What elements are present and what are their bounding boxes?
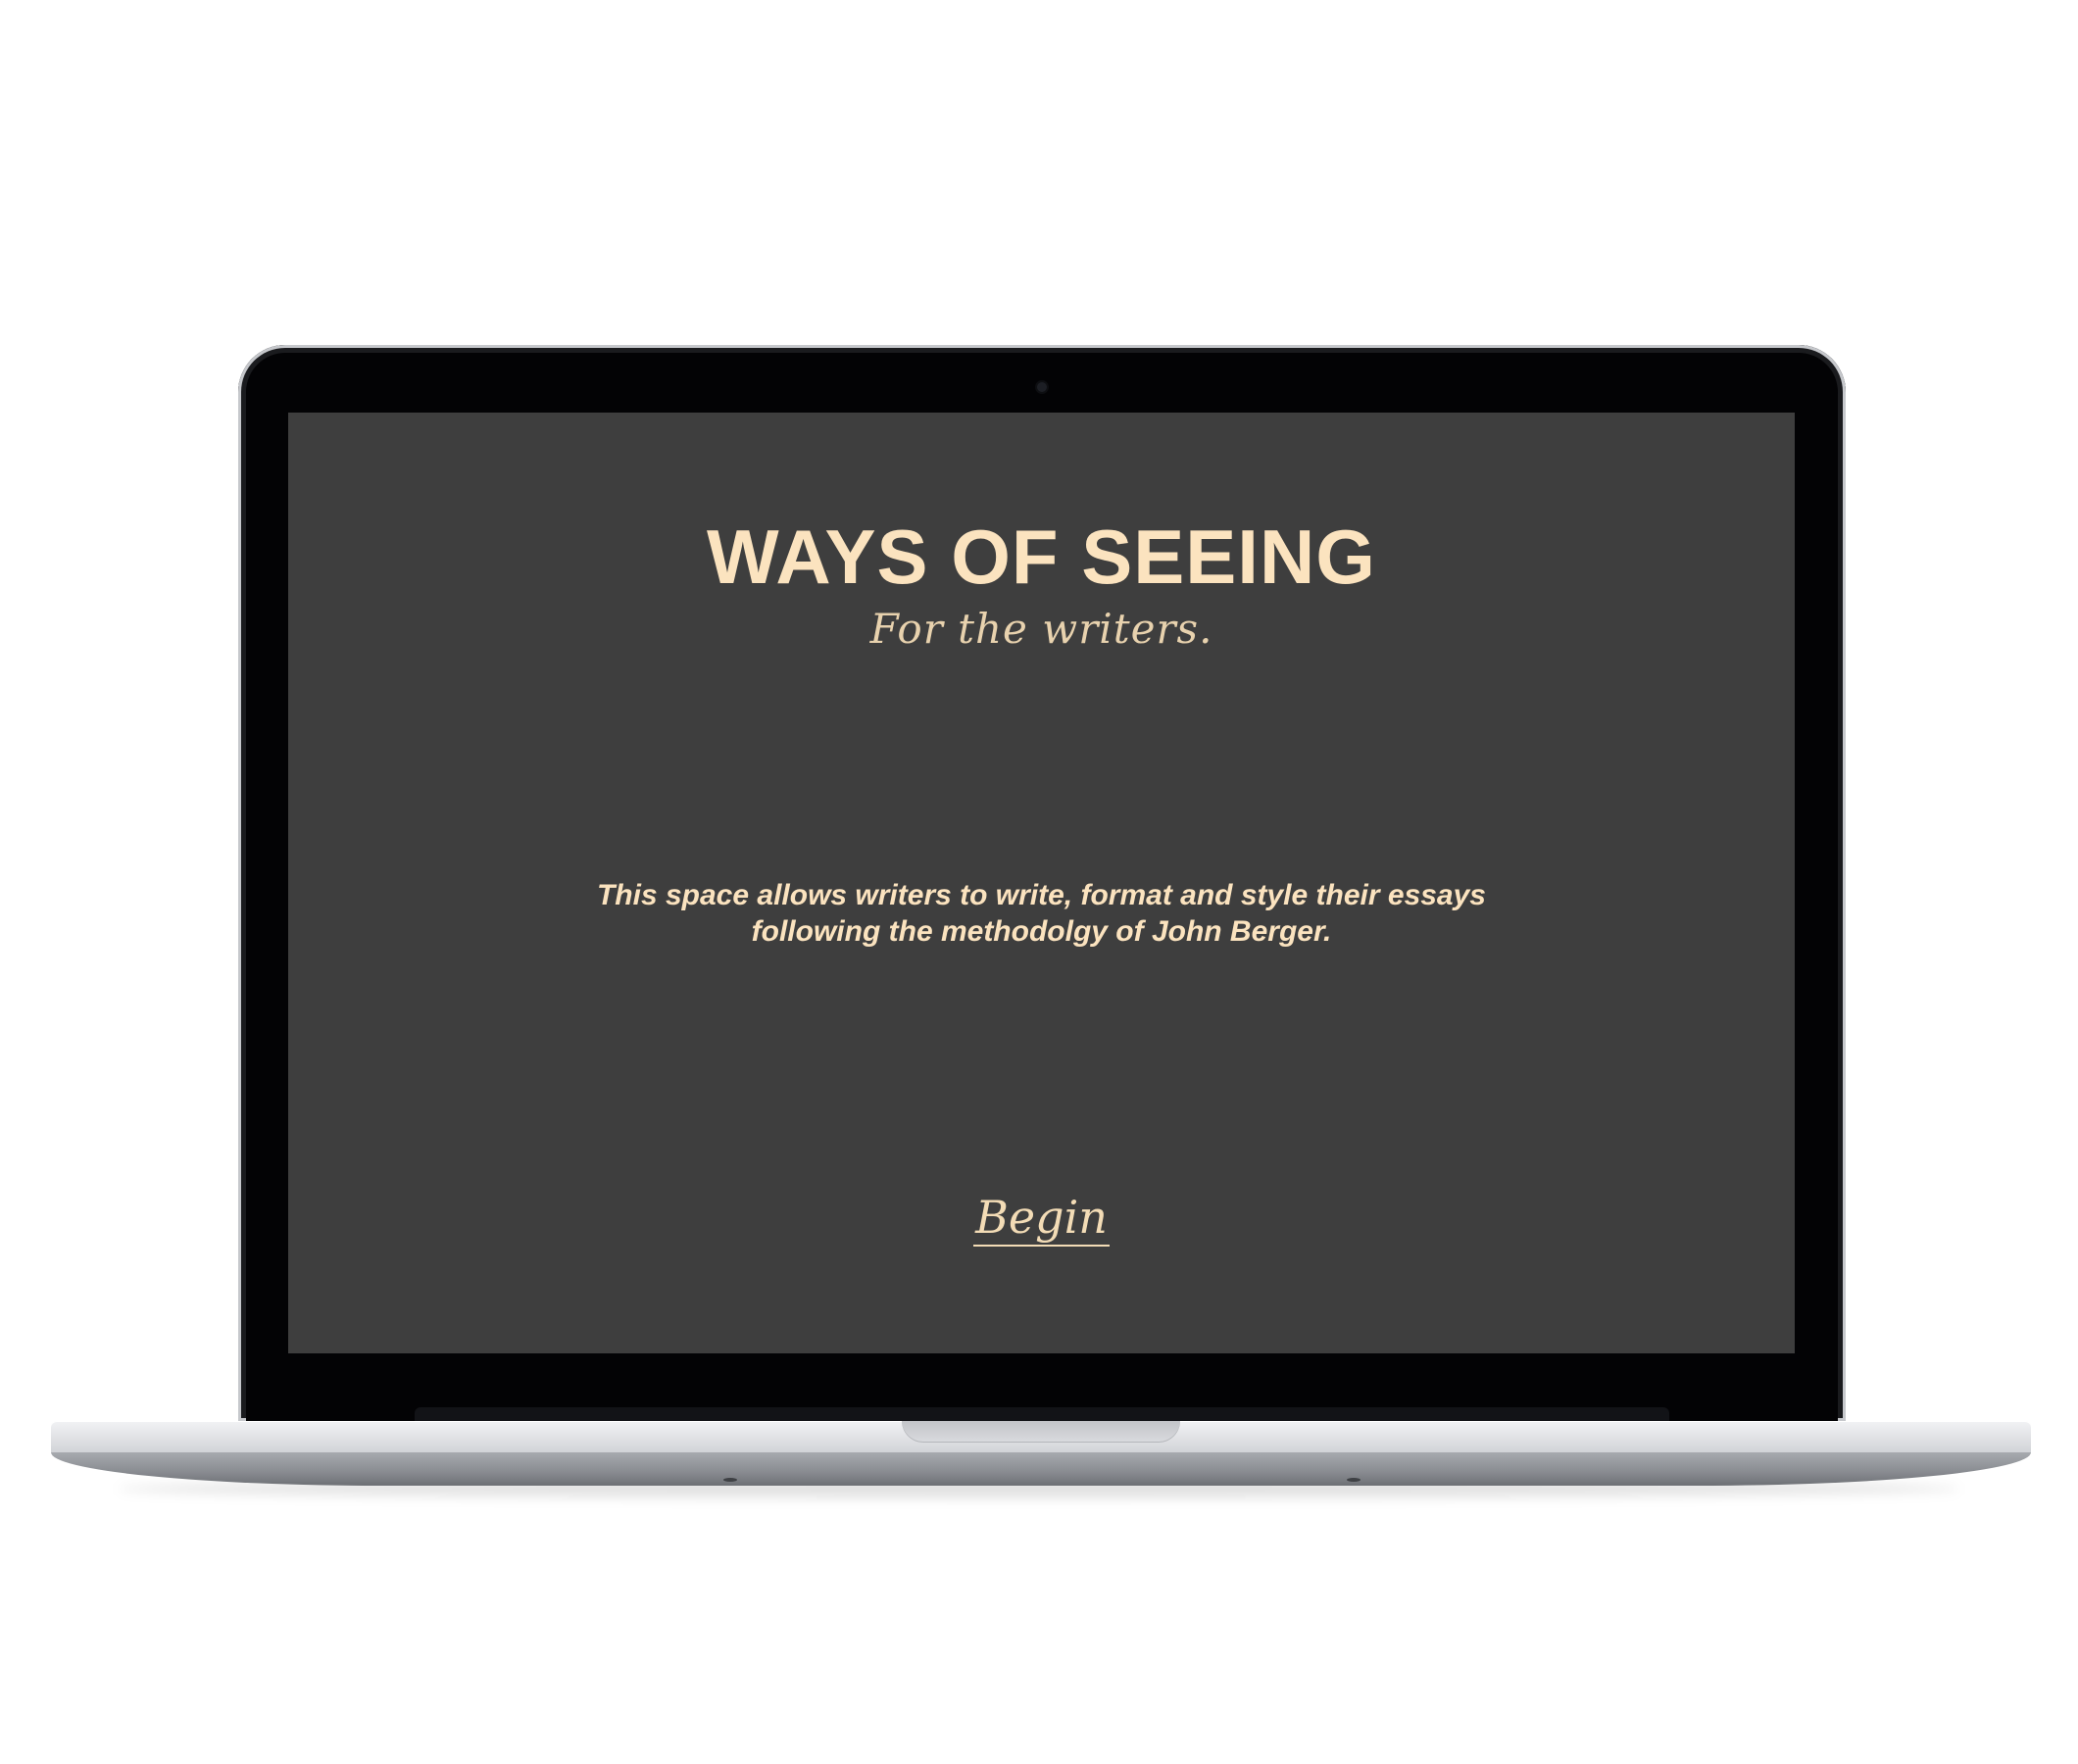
laptop-foot-right [1347,1478,1361,1482]
laptop-foot-left [723,1478,737,1482]
laptop-hinge [415,1407,1669,1421]
begin-button-label[interactable]: Begin [973,1195,1110,1247]
laptop-screen: WAYS OF SEEING For the writers. This spa… [288,413,1795,1353]
begin-button[interactable]: Begin [288,1195,1795,1247]
laptop-base [51,1421,2031,1452]
laptop-base-lip [51,1452,2031,1486]
page-title: WAYS OF SEEING [707,514,1376,600]
intro-description: This space allows writers to write, form… [596,879,1486,948]
lid-opening-notch [902,1421,1180,1443]
page-subtitle: For the writers. [869,605,1213,653]
webcam-icon [1037,382,1047,392]
